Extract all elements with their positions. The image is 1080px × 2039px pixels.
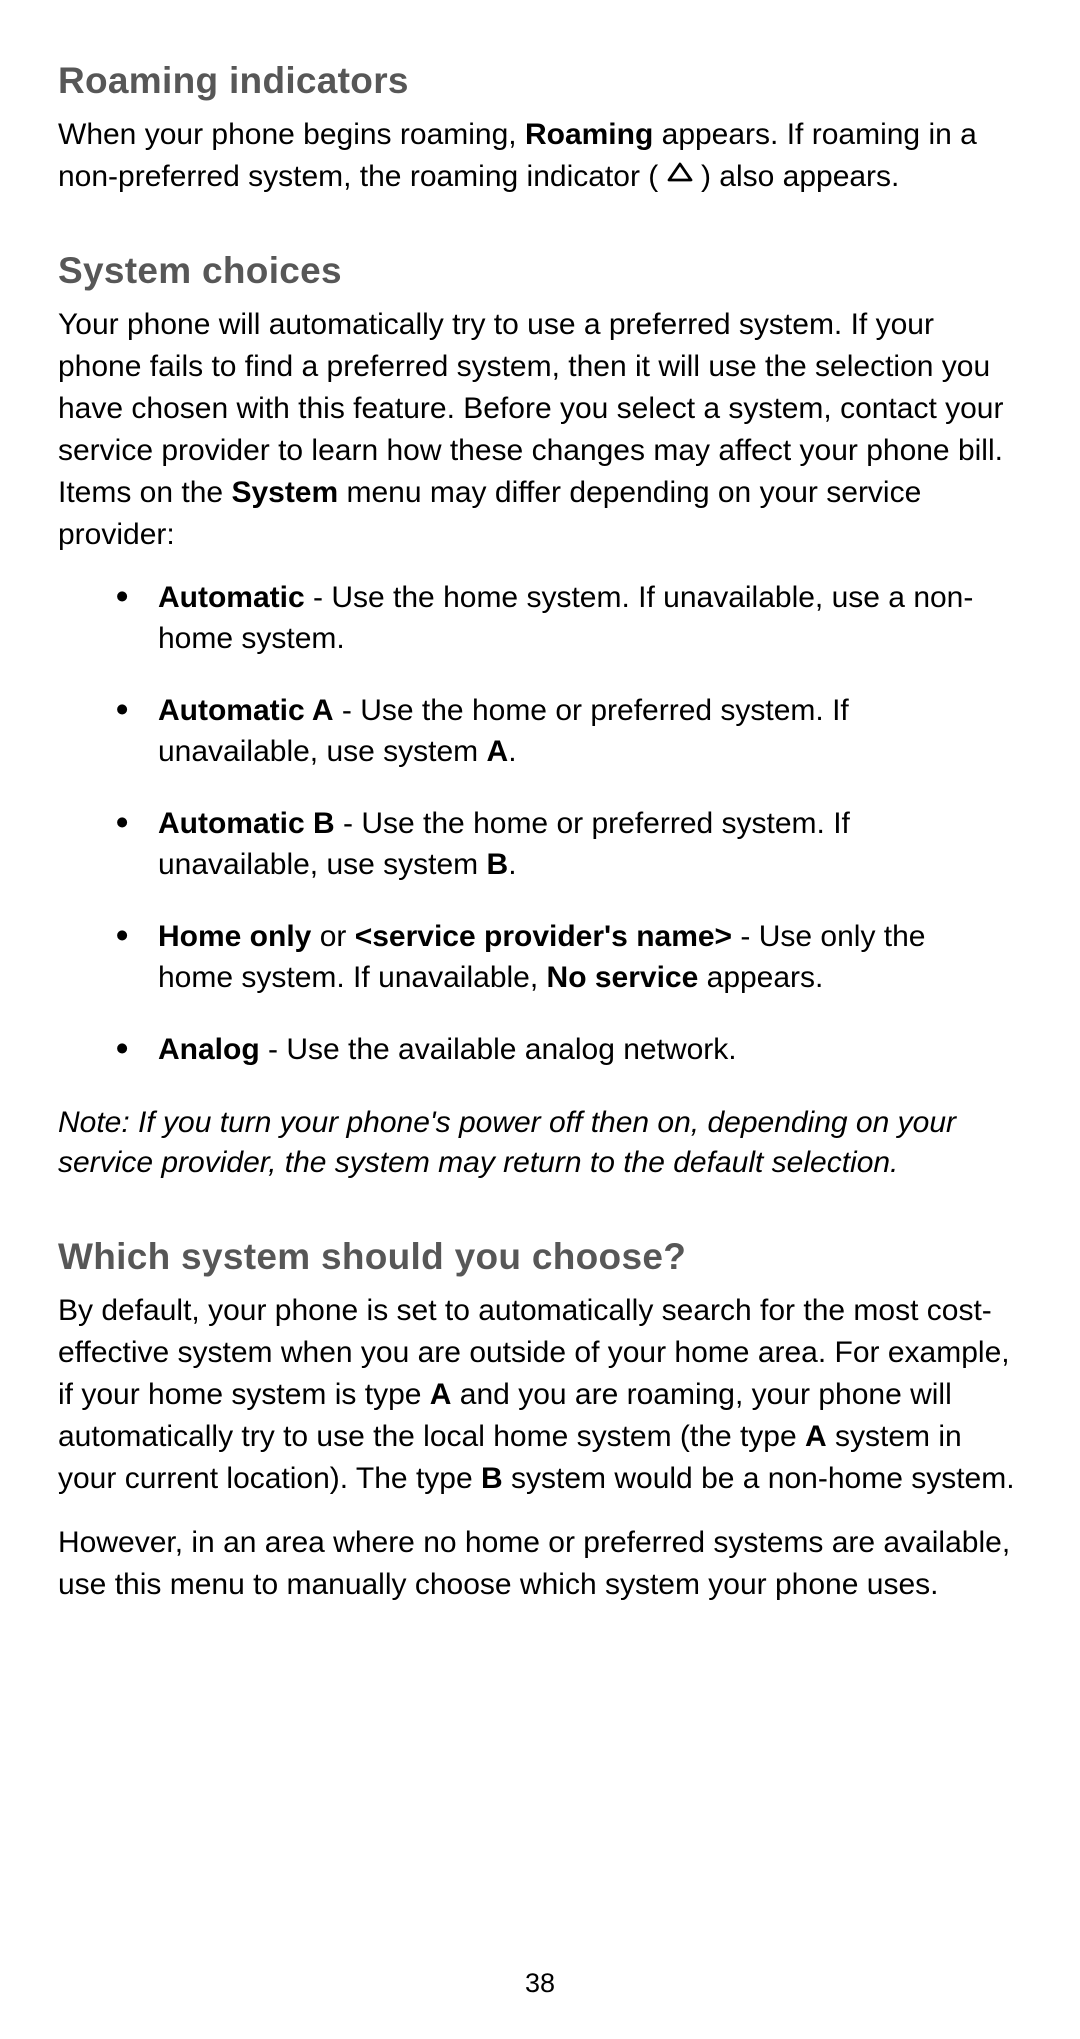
page-number: 38: [0, 1968, 1080, 1999]
list-item: Home only or <service provider's name> -…: [158, 917, 1015, 998]
text: .: [508, 735, 516, 768]
list-item: Analog - Use the available analog networ…: [158, 1030, 1015, 1071]
text: or: [311, 920, 354, 953]
text: system would be a non-home system.: [503, 1462, 1015, 1495]
text-bold: Automatic B: [158, 807, 335, 840]
text-bold: <service provider's name>: [355, 920, 732, 953]
paragraph: However, in an area where no home or pre…: [58, 1522, 1015, 1606]
paragraph: Your phone will automatically try to use…: [58, 304, 1015, 556]
list-item: Automatic - Use the home system. If unav…: [158, 578, 1015, 659]
section-title-system-choices: System choices: [58, 250, 1015, 292]
text-bold: A: [487, 735, 509, 768]
text-bold: A: [430, 1378, 452, 1411]
text-bold: Automatic: [158, 581, 305, 614]
paragraph: When your phone begins roaming, Roaming …: [58, 114, 1015, 198]
list-item: Automatic B - Use the home or preferred …: [158, 804, 1015, 885]
roaming-icon: [667, 153, 693, 195]
section-title-roaming: Roaming indicators: [58, 60, 1015, 102]
text-bold: Home only: [158, 920, 311, 953]
list-item: Automatic A - Use the home or preferred …: [158, 691, 1015, 772]
paragraph: By default, your phone is set to automat…: [58, 1290, 1015, 1500]
bullet-list: Automatic - Use the home system. If unav…: [58, 578, 1015, 1071]
text-bold: Analog: [158, 1033, 260, 1066]
note-text: Note: If you turn your phone's power off…: [58, 1103, 1015, 1184]
text-bold: Roaming: [525, 118, 653, 151]
text-bold: System: [231, 476, 338, 509]
text: appears.: [698, 961, 823, 994]
manual-page: Roaming indicators When your phone begin…: [0, 0, 1080, 1662]
text-bold: No service: [547, 961, 699, 994]
text: - Use the available analog network.: [260, 1033, 737, 1066]
section-title-which-system: Which system should you choose?: [58, 1236, 1015, 1278]
text-bold: B: [481, 1462, 503, 1495]
text: When your phone begins roaming,: [58, 118, 525, 151]
text: ) also appears.: [693, 160, 900, 193]
text: .: [508, 848, 516, 881]
text-bold: Automatic A: [158, 694, 334, 727]
text-bold: A: [805, 1420, 827, 1453]
text-bold: B: [487, 848, 509, 881]
